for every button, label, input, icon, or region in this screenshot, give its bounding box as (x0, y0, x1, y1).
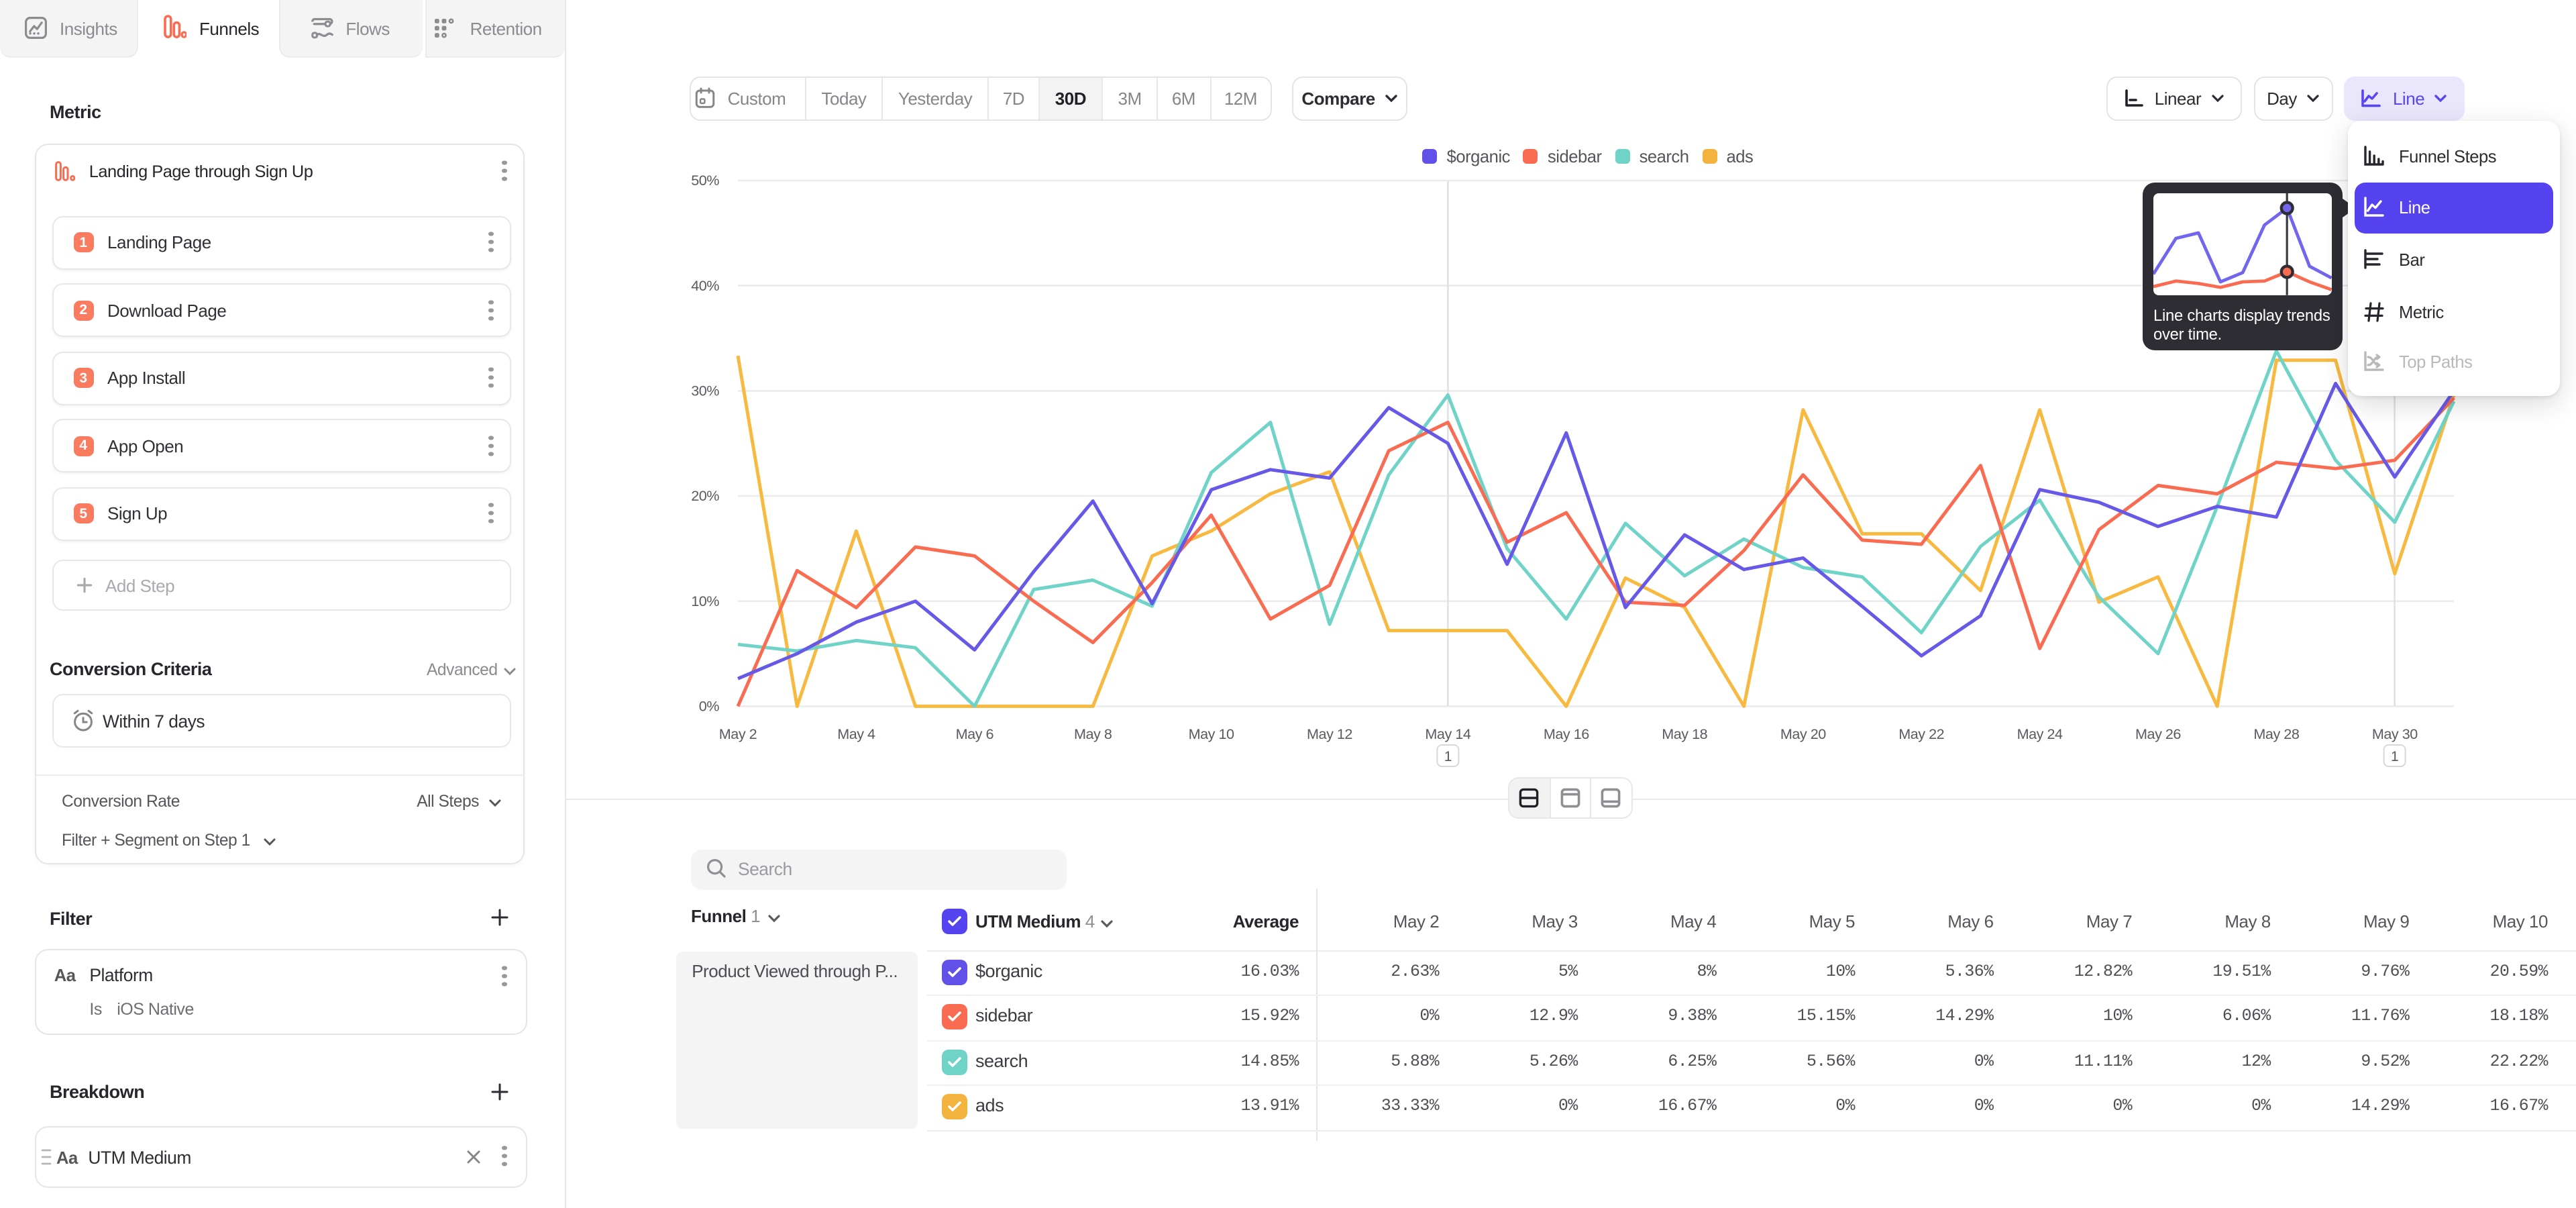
svg-text:0%: 0% (699, 698, 720, 715)
svg-text:May 4: May 4 (837, 725, 875, 742)
svg-text:40%: 40% (691, 277, 719, 294)
svg-text:May 16: May 16 (1544, 725, 1589, 742)
svg-text:May 2: May 2 (719, 725, 757, 742)
svg-text:50%: 50% (691, 172, 719, 189)
svg-text:May 14: May 14 (1425, 725, 1470, 742)
svg-text:May 10: May 10 (1189, 725, 1234, 742)
svg-text:May 18: May 18 (1662, 725, 1707, 742)
svg-text:10%: 10% (691, 593, 719, 609)
svg-text:May 6: May 6 (956, 725, 994, 742)
svg-text:May 24: May 24 (2017, 725, 2063, 742)
svg-text:20%: 20% (691, 487, 719, 504)
svg-text:1: 1 (2391, 749, 2398, 764)
svg-text:May 28: May 28 (2253, 725, 2299, 742)
svg-text:1: 1 (1444, 749, 1452, 764)
svg-text:30%: 30% (691, 383, 719, 399)
svg-text:May 12: May 12 (1307, 725, 1352, 742)
svg-text:May 30: May 30 (2372, 725, 2418, 742)
svg-text:May 22: May 22 (1898, 725, 1944, 742)
svg-text:May 20: May 20 (1780, 725, 1826, 742)
svg-text:May 8: May 8 (1074, 725, 1112, 742)
svg-text:May 26: May 26 (2135, 725, 2181, 742)
